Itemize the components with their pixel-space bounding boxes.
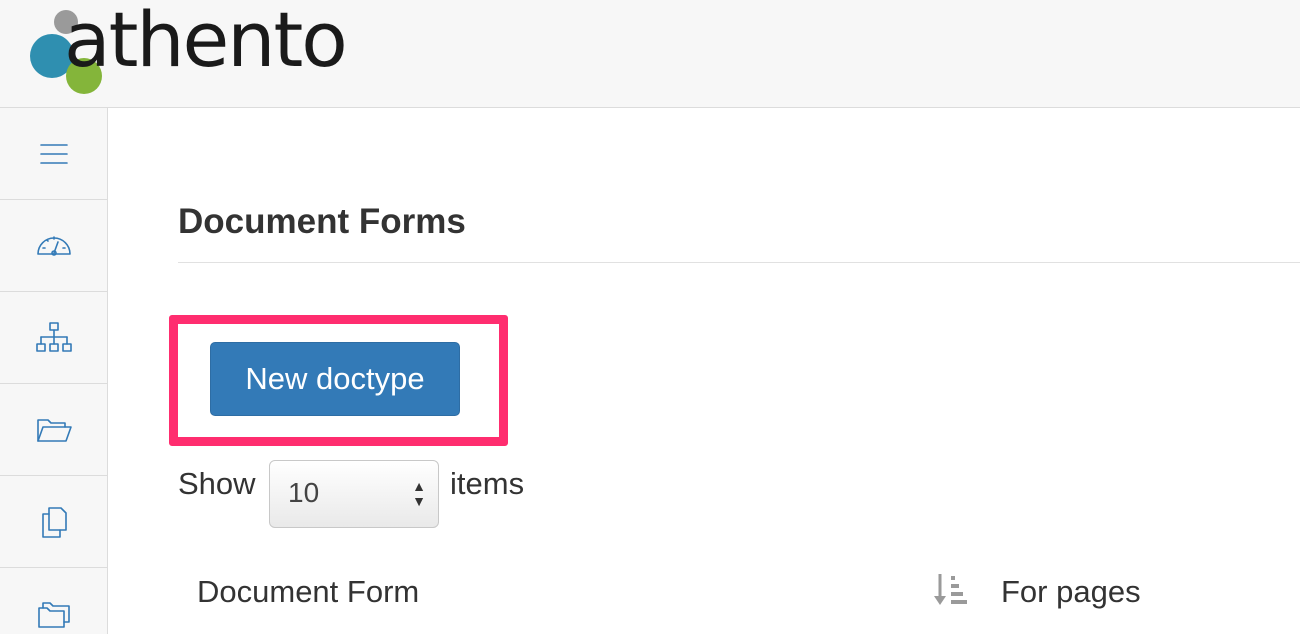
column-header-for-pages[interactable]: For pages <box>1001 574 1141 610</box>
sort-amount-icon[interactable] <box>932 570 968 610</box>
page-title: Document Forms <box>178 202 466 241</box>
logo-text: athento <box>64 0 348 84</box>
dashboard-gauge-icon <box>36 235 71 256</box>
org-chart-icon <box>35 321 72 352</box>
select-arrows-icon: ▲ ▼ <box>412 478 426 509</box>
show-label: Show <box>178 466 256 501</box>
page-size-select[interactable]: 10 ▲ ▼ <box>269 460 439 528</box>
menu-icon <box>39 143 68 164</box>
sidebar-item-menu[interactable] <box>0 108 107 200</box>
folders-icon <box>37 601 70 628</box>
copy-icon <box>41 506 67 538</box>
column-header-document-form[interactable]: Document Form <box>197 574 419 610</box>
sidebar <box>0 108 108 634</box>
items-label: items <box>450 466 525 501</box>
sidebar-item-folder[interactable] <box>0 384 107 476</box>
sidebar-item-dashboard[interactable] <box>0 200 107 292</box>
page-size-value: 10 <box>288 477 320 508</box>
new-doctype-button[interactable]: New doctype <box>210 342 460 416</box>
athento-logo[interactable]: athento <box>28 2 348 98</box>
sidebar-item-copy[interactable] <box>0 476 107 568</box>
title-divider <box>178 262 1300 263</box>
sidebar-item-folders[interactable] <box>0 568 107 634</box>
top-header: athento <box>0 0 1300 108</box>
sidebar-item-hierarchy[interactable] <box>0 292 107 384</box>
folder-open-icon <box>36 418 72 442</box>
main-content: Document Forms New doctype Show 10 ▲ ▼ it… <box>108 108 1300 634</box>
